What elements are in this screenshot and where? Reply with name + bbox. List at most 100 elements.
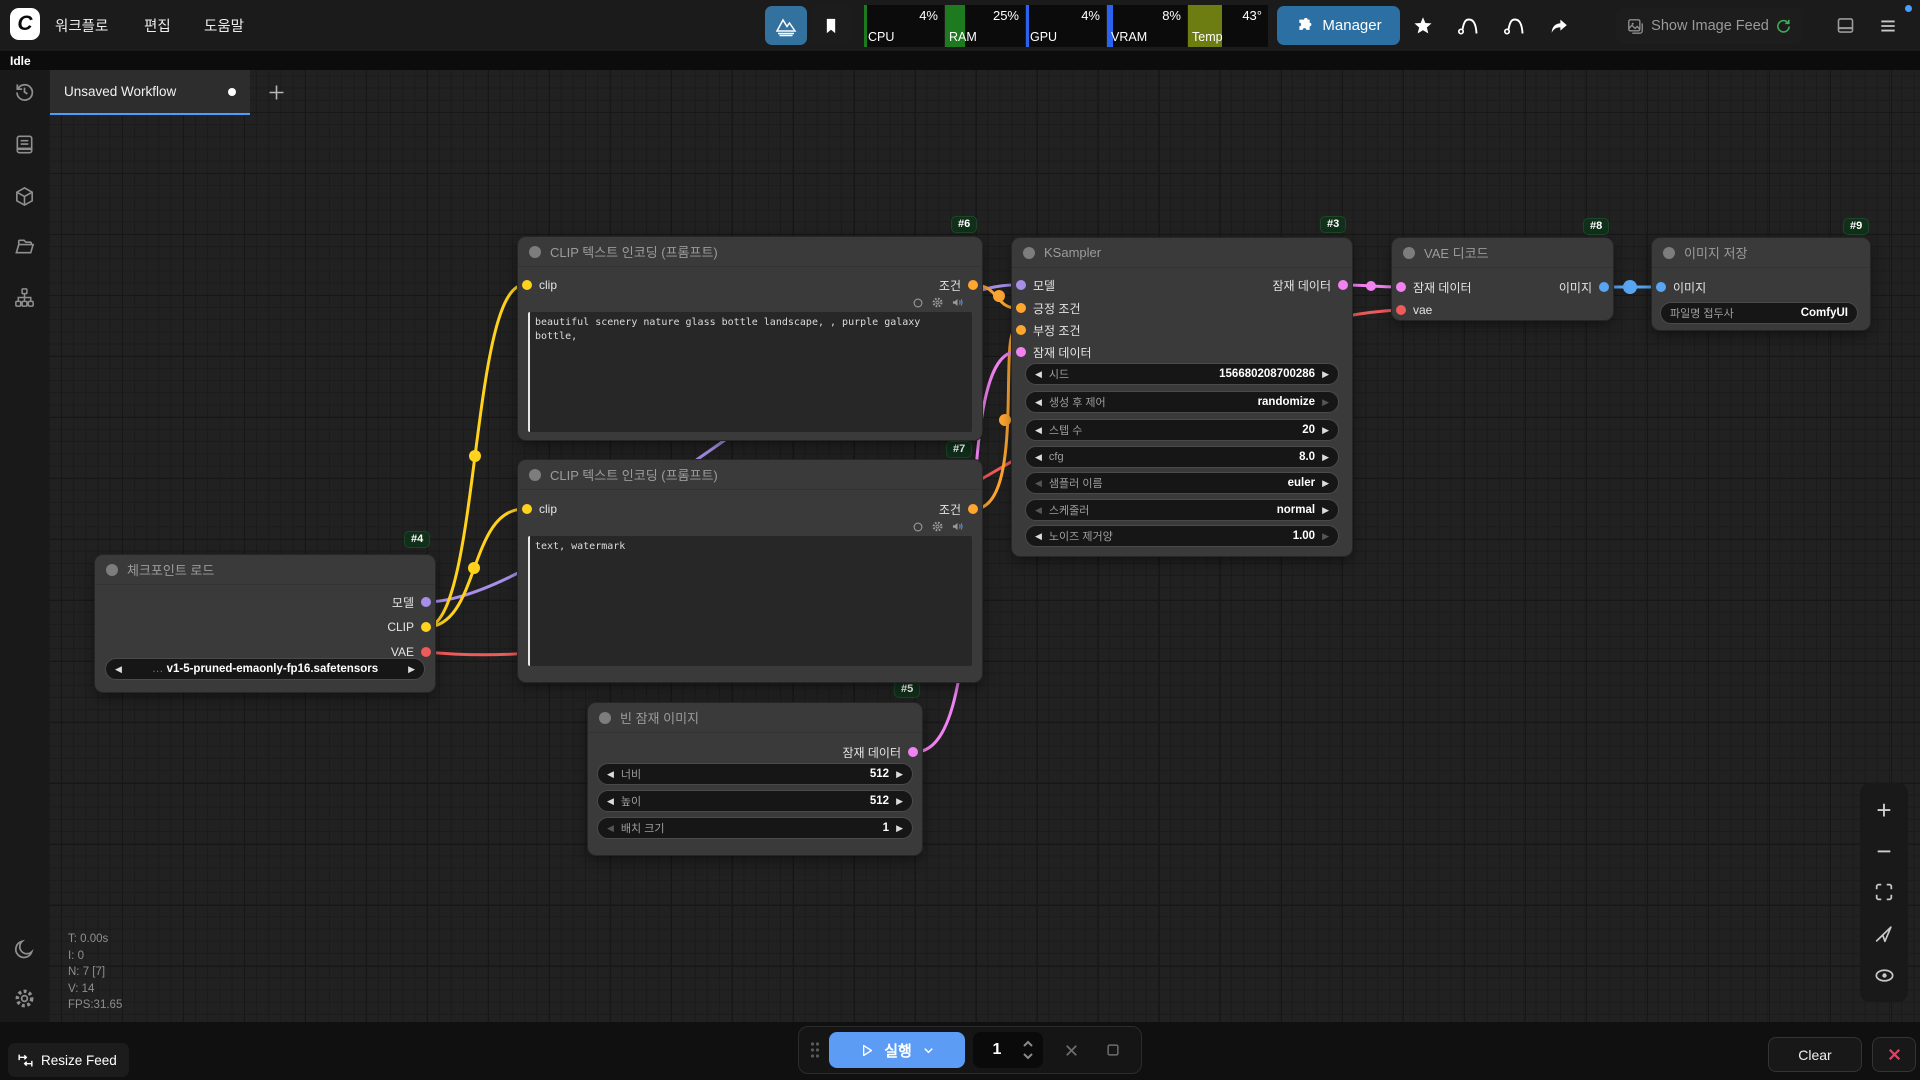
prompt-textarea[interactable]: beautiful scenery nature glass bottle la…	[528, 312, 972, 432]
output-port-model[interactable]	[421, 597, 431, 607]
node-empty-latent-image[interactable]: 빈 잠재 이미지 잠재 데이터 ◀ 너비 512 ▶ ◀ 높이 512 ▶ ◀ …	[588, 703, 922, 855]
output-port-conditioning[interactable]	[968, 504, 978, 514]
pin-circle-icon[interactable]	[912, 521, 924, 533]
batch-count-input[interactable]: 1	[973, 1032, 1043, 1068]
run-button[interactable]: 실행	[829, 1032, 965, 1068]
stepper-arrows[interactable]	[1021, 1037, 1035, 1063]
prev-value-icon[interactable]: ◀	[607, 824, 614, 833]
output-port-latent[interactable]	[1338, 280, 1348, 290]
widget-height[interactable]: ◀ 높이 512 ▶	[597, 790, 913, 812]
next-value-icon[interactable]: ▶	[896, 770, 903, 779]
menu-edit[interactable]: 편집	[144, 0, 171, 51]
next-value-icon[interactable]: ▶	[1322, 532, 1329, 541]
next-value-icon[interactable]: ▶	[1322, 370, 1329, 379]
menu-workflow[interactable]: 워크플로	[55, 0, 108, 51]
node-title-bar[interactable]: VAE 디코드	[1392, 238, 1613, 268]
node-title-bar[interactable]: 이미지 저장	[1652, 238, 1870, 268]
input-port-clip[interactable]	[522, 504, 532, 514]
gear-icon[interactable]	[931, 520, 944, 533]
curve-extension-icon[interactable]	[1456, 14, 1480, 38]
widget-seed[interactable]: ◀ 시드 156680208700286 ▶	[1025, 363, 1339, 385]
input-port-latent[interactable]	[1396, 282, 1406, 292]
input-port-image[interactable]	[1656, 282, 1666, 292]
next-value-icon[interactable]: ▶	[896, 797, 903, 806]
select-mode-button[interactable]	[1872, 922, 1896, 946]
widget-steps[interactable]: ◀ 스텝 수 20 ▶	[1025, 419, 1339, 441]
sidebar-models-button[interactable]	[13, 185, 37, 209]
next-value-icon[interactable]: ▶	[1322, 479, 1329, 488]
input-port-model[interactable]	[1016, 280, 1026, 290]
output-port-clip[interactable]	[421, 622, 431, 632]
node-title-bar[interactable]: CLIP 텍스트 인코딩 (프롬프트)	[518, 460, 982, 490]
input-port-negative[interactable]	[1016, 325, 1026, 335]
node-title-bar[interactable]: CLIP 텍스트 인코딩 (프롬프트)	[518, 237, 982, 267]
stop-button[interactable]	[1099, 1036, 1127, 1064]
node-load-checkpoint[interactable]: 체크포인트 로드 모델 CLIP VAE ◀ … v1-5-pruned-ema…	[95, 555, 435, 692]
output-port-vae[interactable]	[421, 647, 431, 657]
hamburger-menu-icon[interactable]	[1878, 16, 1898, 36]
next-value-icon[interactable]: ▶	[408, 665, 415, 674]
history-button[interactable]	[13, 80, 37, 104]
output-port-latent[interactable]	[908, 747, 918, 757]
new-tab-button[interactable]	[263, 78, 289, 106]
widget-scheduler[interactable]: ◀ 스케줄러 normal ▶	[1025, 499, 1339, 521]
star-icon[interactable]	[1412, 15, 1434, 37]
prev-value-icon[interactable]: ◀	[1035, 506, 1042, 515]
collapse-dot-icon[interactable]	[1663, 247, 1675, 259]
clear-button[interactable]: Clear	[1768, 1037, 1862, 1072]
prev-value-icon[interactable]: ◀	[607, 797, 614, 806]
toggle-link-visibility-button[interactable]	[1872, 963, 1896, 987]
fit-view-button[interactable]	[1872, 880, 1896, 904]
gear-icon[interactable]	[931, 296, 944, 309]
node-clip-text-encode-positive[interactable]: CLIP 텍스트 인코딩 (프롬프트) clip 조건 beautiful sc…	[518, 237, 982, 440]
prev-value-icon[interactable]: ◀	[1035, 453, 1042, 462]
collapse-dot-icon[interactable]	[529, 246, 541, 258]
node-ksampler[interactable]: KSampler 모델 잠재 데이터 긍정 조건 부정 조건 잠재 데이터 ◀ …	[1012, 238, 1352, 556]
next-value-icon[interactable]: ▶	[1322, 453, 1329, 462]
next-value-icon[interactable]: ▶	[1322, 398, 1329, 407]
comfyui-logo[interactable]: C	[10, 8, 40, 40]
menu-help[interactable]: 도움말	[204, 0, 244, 51]
widget-denoise[interactable]: ◀ 노이즈 제거양 1.00 ▶	[1025, 525, 1339, 547]
manager-button[interactable]: Manager	[1277, 6, 1400, 45]
prompt-textarea[interactable]: text, watermark	[528, 536, 972, 666]
zoom-in-button[interactable]: +	[1872, 798, 1896, 822]
sidebar-queue-button[interactable]	[13, 133, 37, 157]
widget-batch-size[interactable]: ◀ 배치 크기 1 ▶	[597, 817, 913, 839]
settings-button[interactable]	[13, 987, 37, 1011]
interrupt-button[interactable]	[1057, 1036, 1085, 1064]
collapse-dot-icon[interactable]	[599, 712, 611, 724]
collapse-dot-icon[interactable]	[529, 469, 541, 481]
bottom-panel-icon[interactable]	[1835, 15, 1856, 36]
speaker-icon[interactable]	[951, 296, 964, 309]
output-port-conditioning[interactable]	[968, 280, 978, 290]
next-value-icon[interactable]: ▶	[1322, 506, 1329, 515]
chevron-down-icon[interactable]	[921, 1043, 936, 1058]
widget-cfg[interactable]: ◀ cfg 8.0 ▶	[1025, 446, 1339, 468]
prev-value-icon[interactable]: ◀	[1035, 532, 1042, 541]
sidebar-node-library-button[interactable]	[13, 286, 37, 310]
input-port-vae[interactable]	[1396, 305, 1406, 315]
node-vae-decode[interactable]: VAE 디코드 잠재 데이터 이미지 vae	[1392, 238, 1613, 320]
input-port-latent[interactable]	[1016, 347, 1026, 357]
pin-circle-icon[interactable]	[912, 297, 924, 309]
widget-filename-prefix[interactable]: 파일명 접두사 ComfyUI	[1660, 302, 1858, 324]
curve-extension-icon[interactable]	[1502, 14, 1526, 38]
next-value-icon[interactable]: ▶	[896, 824, 903, 833]
output-port-image[interactable]	[1599, 282, 1609, 292]
prev-value-icon[interactable]: ◀	[1035, 479, 1042, 488]
node-title-bar[interactable]: 빈 잠재 이미지	[588, 703, 922, 733]
node-save-image[interactable]: 이미지 저장 이미지 파일명 접두사 ComfyUI	[1652, 238, 1870, 330]
unsaved-dot-icon[interactable]	[228, 88, 236, 96]
collapse-dot-icon[interactable]	[106, 564, 118, 576]
next-value-icon[interactable]: ▶	[1322, 426, 1329, 435]
theme-toggle-button[interactable]	[13, 938, 37, 962]
node-title-bar[interactable]: KSampler	[1012, 238, 1352, 268]
prev-value-icon[interactable]: ◀	[1035, 370, 1042, 379]
sidebar-workflows-button[interactable]	[13, 235, 37, 259]
speaker-icon[interactable]	[951, 520, 964, 533]
close-feed-button[interactable]	[1872, 1037, 1916, 1072]
graph-view-button[interactable]	[765, 6, 807, 45]
widget-width[interactable]: ◀ 너비 512 ▶	[597, 763, 913, 785]
widget-control-after-generate[interactable]: ◀ 생성 후 제어 randomize ▶	[1025, 391, 1339, 413]
